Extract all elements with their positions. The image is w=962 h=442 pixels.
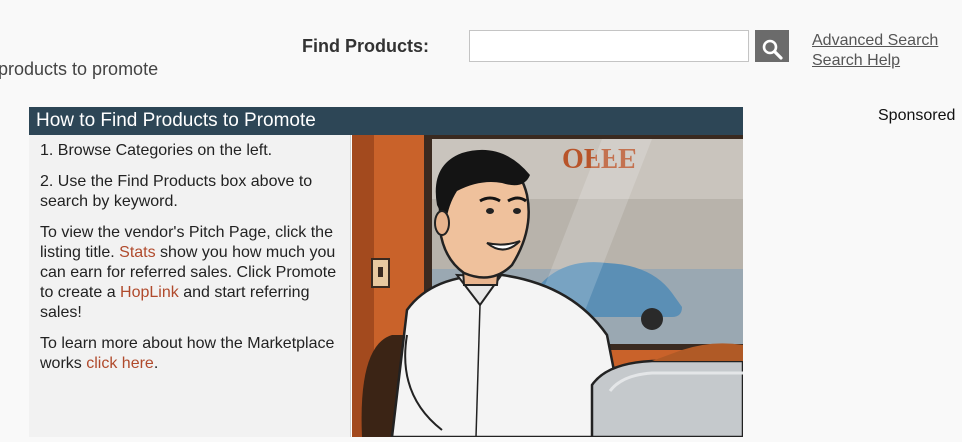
learn-more-paragraph: To learn more about how the Marketplace … — [40, 334, 340, 374]
advanced-search-link[interactable]: Advanced Search — [812, 32, 938, 50]
search-help-link[interactable]: Search Help — [812, 52, 900, 70]
pitch-page-paragraph: To view the vendor's Pitch Page, click t… — [40, 223, 340, 323]
panel-body: 1. Browse Categories on the left. 2. Use… — [29, 135, 743, 437]
step-1: 1. Browse Categories on the left. — [40, 142, 273, 159]
hoplink-link[interactable]: HopLink — [120, 284, 179, 301]
paragraph-text: To learn more about how the Marketplace … — [40, 335, 335, 372]
find-products-label: Find Products: — [302, 36, 429, 56]
search-input[interactable] — [469, 30, 749, 62]
how-to-panel: How to Find Products to Promote 1. Brows… — [29, 107, 743, 437]
promo-illustration: OFFE — [352, 135, 743, 437]
panel-title: How to Find Products to Promote — [29, 107, 743, 135]
click-here-link[interactable]: click here — [86, 355, 154, 372]
page-subtitle: products to promote — [0, 59, 159, 79]
search-icon — [762, 39, 783, 60]
sponsored-label: Sponsored — [878, 107, 956, 124]
search-button[interactable] — [755, 30, 789, 62]
step-2: 2. Use the Find Products box above to se… — [40, 173, 313, 210]
instructions: 1. Browse Categories on the left. 2. Use… — [29, 135, 351, 437]
man-at-laptop-illustration: OFFE — [352, 135, 743, 437]
paragraph-text: . — [153, 355, 159, 372]
stats-link[interactable]: Stats — [119, 244, 155, 261]
